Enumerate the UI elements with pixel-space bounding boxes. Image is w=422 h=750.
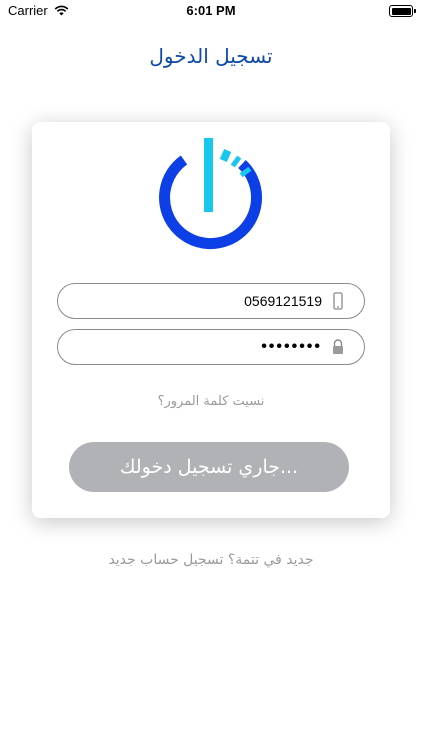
phone-icon [333, 292, 343, 310]
login-button[interactable]: جاري تسجيل دخولك... [69, 442, 349, 492]
power-logo-icon [159, 138, 263, 250]
status-bar: Carrier 6:01 PM [0, 0, 422, 24]
phone-field[interactable] [57, 283, 365, 319]
status-time: 6:01 PM [186, 3, 236, 18]
login-card: نسيت كلمة المرور؟ جاري تسجيل دخولك... [32, 122, 390, 518]
lock-icon [333, 339, 343, 354]
signup-link[interactable]: جديد في تتمة؟ تسجيل حساب جديد [0, 552, 422, 568]
password-field[interactable] [57, 329, 365, 365]
password-input[interactable] [74, 330, 322, 364]
phone-input[interactable] [74, 284, 322, 318]
page-title: تسجيل الدخول [149, 44, 273, 68]
forgot-password-link[interactable]: نسيت كلمة المرور؟ [32, 394, 390, 409]
battery-icon [389, 5, 416, 17]
